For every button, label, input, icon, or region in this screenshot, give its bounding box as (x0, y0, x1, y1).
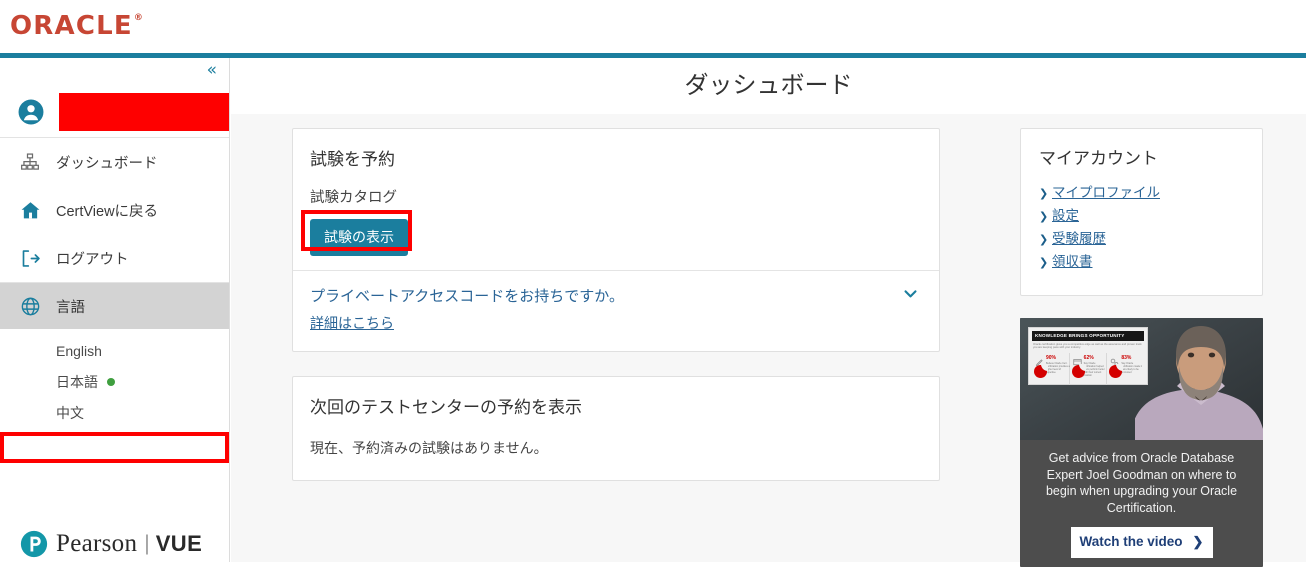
exam-catalog-label: 試験カタログ (310, 190, 397, 206)
pearson-wordmark: Pearson (56, 530, 138, 557)
main-region: ダッシュボード 試験を予約 試験カタログ 試験の表示 プライベートアクセスコード… (231, 58, 1306, 567)
promo-stat-value: 62% (1083, 354, 1094, 361)
dashboard-content: 試験を予約 試験カタログ 試験の表示 プライベートアクセスコードをお持ちですか。… (231, 114, 1306, 567)
promo-stat: 62% Say Oracle certification helped them… (1070, 352, 1108, 385)
gears-icon (1109, 354, 1120, 366)
upcoming-appointments-body: 次回のテストセンターの予約を表示 現在、予約済みの試験はありません。 (293, 377, 939, 480)
user-name-redaction (59, 92, 229, 131)
private-access-code-row[interactable]: プライベートアクセスコードをお持ちですか。 詳細はこちら (293, 271, 939, 351)
language-option-label: English (56, 342, 102, 359)
sidebar-item-label: ダッシュボード (56, 155, 158, 172)
sidebar: « ダッシュボード CertViewに戻る ログアウト 言語 English 日… (0, 58, 230, 562)
schedule-exam-heading: 試験を予約 (310, 150, 395, 169)
schedule-exam-card: 試験を予約 試験カタログ 試験の表示 プライベートアクセスコードをお持ちですか。… (292, 128, 940, 352)
sidebar-item-dashboard[interactable]: ダッシュボード (0, 138, 229, 186)
globe-icon (18, 294, 42, 318)
language-option-chinese[interactable]: 中文 (0, 397, 229, 428)
sidebar-item-label: ログアウト (56, 251, 129, 268)
oracle-logo: ORACLE ® (10, 11, 144, 41)
watch-video-button[interactable]: Watch the video ❯ (1070, 527, 1213, 558)
promo-slide-graphic: KNOWLEDGE BRINGS OPPORTUNITY Oracle cert… (1028, 327, 1148, 385)
pie-chart-icon (1109, 363, 1124, 378)
sidebar-user-row (0, 86, 229, 138)
promo-slide-title: KNOWLEDGE BRINGS OPPORTUNITY (1032, 331, 1144, 341)
page-title: ダッシュボード (684, 72, 853, 99)
sidebar-item-logout[interactable]: ログアウト (0, 234, 229, 282)
promo-slide-stats: 90% Believe Oracle Cert. certification p… (1032, 352, 1144, 385)
content-column-right: マイアカウント ❯ マイプロファイル ❯ 設定 ❯ 受験履歴 ❯ 領収書 KNO… (1020, 128, 1263, 567)
upcoming-appointments-card: 次回のテストセンターの予約を表示 現在、予約済みの試験はありません。 (292, 376, 940, 481)
pie-chart-icon (1034, 363, 1048, 378)
monitor-icon (1072, 354, 1083, 365)
pie-chart-icon (1071, 363, 1086, 378)
promo-slide-subtitle: Oracle certification gives you a competi… (1033, 343, 1142, 350)
my-account-card: マイアカウント ❯ マイプロファイル ❯ 設定 ❯ 受験履歴 ❯ 領収書 (1020, 128, 1263, 296)
chevron-down-icon[interactable] (902, 285, 919, 306)
card-spacer (292, 352, 940, 376)
vue-wordmark: VUE (155, 531, 203, 556)
upcoming-appointments-empty-text: 現在、予約済みの試験はありません。 (310, 440, 548, 456)
active-language-dot (107, 377, 115, 386)
language-option-english[interactable]: English (0, 335, 229, 366)
account-link-label: 設定 (1052, 208, 1079, 223)
promo-video-thumbnail[interactable]: KNOWLEDGE BRINGS OPPORTUNITY Oracle cert… (1020, 318, 1263, 440)
chevron-right-icon: ❯ (1039, 211, 1049, 223)
account-link-receipts[interactable]: ❯ 領収書 (1039, 250, 1245, 270)
chevron-right-icon: ❯ (1039, 257, 1049, 269)
content-column-left: 試験を予約 試験カタログ 試験の表示 プライベートアクセスコードをお持ちですか。… (292, 128, 940, 481)
chevron-double-left-icon[interactable]: « (207, 62, 217, 79)
sidebar-item-language[interactable]: 言語 (0, 283, 229, 329)
oracle-registered-mark: ® (133, 13, 145, 23)
promo-card[interactable]: KNOWLEDGE BRINGS OPPORTUNITY Oracle cert… (1020, 318, 1263, 567)
my-account-heading: マイアカウント (1039, 149, 1158, 168)
private-access-code-question: プライベートアクセスコードをお持ちですか。 (310, 288, 624, 305)
chevron-right-icon: ❯ (1192, 534, 1204, 549)
language-option-japanese[interactable]: 日本語 (0, 366, 229, 397)
schedule-exam-card-body: 試験を予約 試験カタログ 試験の表示 (293, 129, 939, 270)
logout-icon (18, 246, 42, 270)
sidebar-language-label: 言語 (56, 299, 85, 316)
oracle-logo-text: ORACLE (10, 11, 133, 41)
my-account-links: ❯ マイプロファイル ❯ 設定 ❯ 受験履歴 ❯ 領収書 (1039, 181, 1245, 270)
account-link-settings[interactable]: ❯ 設定 (1039, 204, 1245, 224)
chevron-right-icon: ❯ (1039, 234, 1049, 246)
pearson-separator: | (144, 532, 150, 555)
presenter-photo (1130, 322, 1263, 440)
account-link-profile[interactable]: ❯ マイプロファイル (1039, 181, 1245, 201)
promo-stat-caption: Say Oracle certification helped them per… (1083, 361, 1105, 377)
upcoming-appointments-heading: 次回のテストセンターの予約を表示 (310, 398, 582, 417)
sidebar-item-certview[interactable]: CertViewに戻る (0, 186, 229, 234)
sitemap-icon (18, 150, 42, 174)
promo-stat-value: 83% (1121, 354, 1132, 361)
promo-description: Get advice from Oracle Database Expert J… (1045, 451, 1238, 515)
pearson-vue-logo: Pearson | VUE (20, 530, 202, 558)
account-link-exam-history[interactable]: ❯ 受験履歴 (1039, 227, 1245, 247)
language-option-label: 中文 (56, 404, 84, 421)
language-options: English 日本語 中文 (0, 335, 229, 428)
language-option-label: 日本語 (56, 373, 98, 390)
top-bar: ORACLE ® (0, 0, 1306, 54)
account-link-label: 受験履歴 (1052, 231, 1106, 246)
account-link-label: マイプロファイル (1052, 185, 1160, 200)
view-exams-button[interactable]: 試験の表示 (310, 219, 408, 256)
account-link-label: 領収書 (1052, 254, 1093, 269)
view-exams-button-wrap: 試験の表示 (301, 207, 412, 256)
sidebar-collapse-row: « (0, 58, 229, 86)
sidebar-item-label: CertViewに戻る (56, 203, 159, 220)
private-access-code-link[interactable]: 詳細はこちら (310, 313, 394, 333)
watch-video-label: Watch the video (1079, 534, 1183, 549)
home-icon (18, 198, 42, 222)
user-avatar-icon (18, 99, 44, 125)
language-highlight-annotation (0, 432, 229, 463)
promo-stat: 90% Believe Oracle Cert. certification p… (1032, 352, 1070, 385)
sidebar-nav-primary: ダッシュボード CertViewに戻る ログアウト (0, 138, 229, 283)
promo-stat-caption: Believe Oracle Cert. certification provi… (1046, 361, 1070, 374)
pencil-icon (1034, 354, 1045, 366)
promo-stat-value: 90% (1046, 354, 1057, 361)
chevron-right-icon: ❯ (1039, 188, 1049, 200)
pearson-p-icon (20, 530, 48, 558)
